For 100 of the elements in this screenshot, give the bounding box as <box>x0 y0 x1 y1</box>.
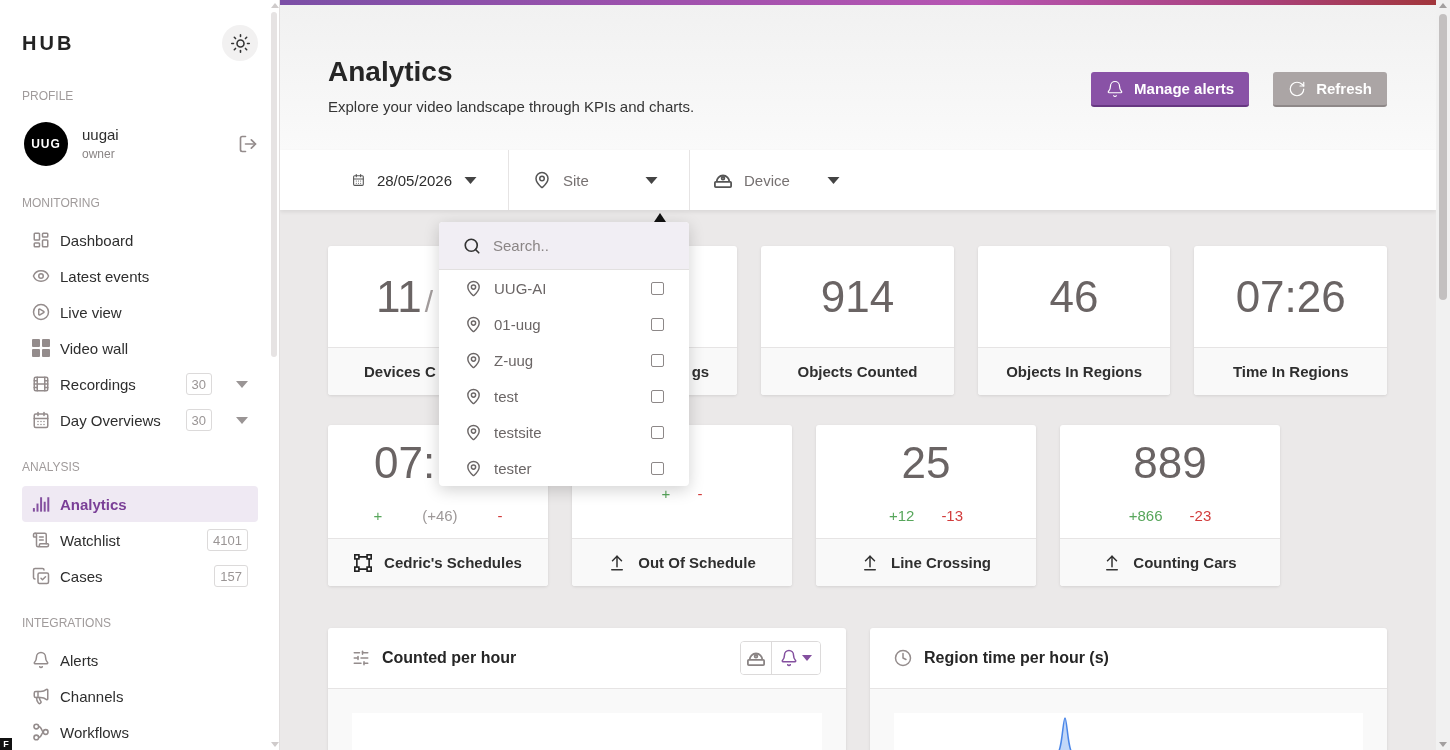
net-change-value: (+46) <box>422 508 458 524</box>
count-badge: 30 <box>185 373 212 395</box>
scrollbar[interactable] <box>1436 0 1450 750</box>
bell-icon <box>1106 79 1125 98</box>
search-field[interactable]: Search.. <box>439 222 689 270</box>
kpi-label: Objects Counted <box>797 363 918 380</box>
page-subtitle: Explore your video landscape through KPIs and charts. <box>328 97 696 117</box>
map-pin-icon <box>465 351 482 369</box>
section-heading: MONITORING <box>22 195 101 211</box>
map-pin-icon <box>533 171 551 189</box>
count-badge: 157 <box>214 565 248 587</box>
document-icon <box>32 531 50 549</box>
tiles-icon <box>32 339 50 357</box>
arrow-up-from-line-icon <box>861 553 879 572</box>
site-select[interactable]: Site <box>509 150 689 210</box>
site-option[interactable]: Z-uug <box>439 342 689 378</box>
megaphone-icon <box>32 687 50 705</box>
camera-toggle-button[interactable] <box>741 642 772 674</box>
bar-chart-icon <box>32 495 50 513</box>
event-value: 25 <box>901 437 951 489</box>
bell-icon <box>780 649 798 667</box>
checkbox[interactable] <box>651 461 664 475</box>
avatar: UUG <box>24 122 68 166</box>
nav-item[interactable]: Video wall <box>22 330 258 366</box>
calendar-icon <box>352 171 365 189</box>
checkbox[interactable] <box>651 425 664 439</box>
bell-icon <box>32 651 50 669</box>
play-circle-icon <box>32 303 50 321</box>
nav-item[interactable]: Workflows <box>22 714 258 750</box>
logout-button[interactable] <box>238 134 258 154</box>
corner-tag: F <box>0 738 12 750</box>
map-pin-icon <box>465 423 482 441</box>
nav-item[interactable]: Live view <box>22 294 258 330</box>
date-picker[interactable]: 28/05/2026 <box>328 150 508 210</box>
count-badge: 4101 <box>207 529 248 551</box>
site-option[interactable]: test <box>439 378 689 414</box>
alerts-button[interactable]: Manage alerts <box>1091 72 1250 107</box>
clock-icon <box>894 649 912 667</box>
connected-nodes-icon <box>32 723 50 741</box>
decrease-value: -13 <box>941 508 964 524</box>
increase-value: +866 <box>1128 508 1163 524</box>
kpi-label: Devices C <box>364 363 436 380</box>
increase-value: + <box>373 508 383 524</box>
increase-value: +12 <box>888 508 915 524</box>
map-pin-icon <box>465 279 482 297</box>
checkbox[interactable] <box>651 281 664 295</box>
site-option[interactable]: UUG-AI <box>439 270 689 306</box>
nav-item[interactable]: Channels <box>22 678 258 714</box>
page-title: Analytics <box>328 55 454 89</box>
scroll-up-icon[interactable] <box>1439 3 1447 8</box>
film-strip-icon <box>32 375 50 393</box>
device-select[interactable]: Device <box>690 150 871 210</box>
search-icon <box>463 237 481 255</box>
kpi-value-separator: / <box>424 284 434 320</box>
nav-item[interactable]: Recordings 30 <box>22 366 258 402</box>
decrease-value: - <box>697 486 703 502</box>
section-heading: PROFILE <box>22 88 75 104</box>
user-name: uugai <box>82 126 119 144</box>
kpi-value: 914 <box>820 271 895 323</box>
theme-toggle-button[interactable] <box>222 25 258 61</box>
decrease-value: - <box>497 508 503 524</box>
map-pin-icon <box>465 387 482 405</box>
line-chart <box>1057 717 1073 750</box>
count-badge: 30 <box>185 409 212 431</box>
nav-item[interactable]: Analytics <box>22 486 258 522</box>
kpi-value: 11 <box>376 271 422 323</box>
chart-title: Region time per hour (s) <box>924 649 1109 667</box>
site-option[interactable]: tester <box>439 450 689 486</box>
checkbox[interactable] <box>651 317 664 331</box>
scrollbar[interactable] <box>270 0 279 750</box>
scroll-down-icon[interactable] <box>1439 742 1447 747</box>
layout-grid-icon <box>32 231 50 249</box>
kpi-value: 07:26 <box>1235 271 1346 323</box>
kpi-value: 46 <box>1049 271 1099 323</box>
scrollbar-thumb[interactable] <box>1439 14 1447 300</box>
scrollbar-thumb[interactable] <box>271 12 277 357</box>
event-label: Line Crossing <box>891 554 991 571</box>
nav-item[interactable]: Alerts <box>22 642 258 678</box>
caret-down-icon <box>802 655 812 661</box>
section-heading: ANALYSIS <box>22 459 81 475</box>
kpi-label: Objects In Regions <box>1006 363 1142 380</box>
event-value: 07: <box>374 437 436 489</box>
checked-copies-icon <box>32 567 50 585</box>
nav-item[interactable]: Watchlist 4101 <box>22 522 258 558</box>
chart-title: Counted per hour <box>382 649 517 667</box>
caret-icon[interactable] <box>236 380 248 388</box>
caret-icon[interactable] <box>236 416 248 424</box>
map-pin-icon <box>465 459 482 477</box>
nav-item[interactable]: Day Overviews 30 <box>22 402 258 438</box>
site-option[interactable]: 01-uug <box>439 306 689 342</box>
nav-item[interactable]: Dashboard <box>22 222 258 258</box>
sun-icon <box>229 32 251 54</box>
nav-item[interactable]: Cases 157 <box>22 558 258 594</box>
checkbox[interactable] <box>651 389 664 403</box>
event-label: Cedric's Schedules <box>384 554 522 571</box>
checkbox[interactable] <box>651 353 664 367</box>
increase-value: + <box>661 486 671 502</box>
nav-item[interactable]: Latest events <box>22 258 258 294</box>
bounding-box-icon <box>354 553 373 572</box>
site-option[interactable]: testsite <box>439 414 689 450</box>
